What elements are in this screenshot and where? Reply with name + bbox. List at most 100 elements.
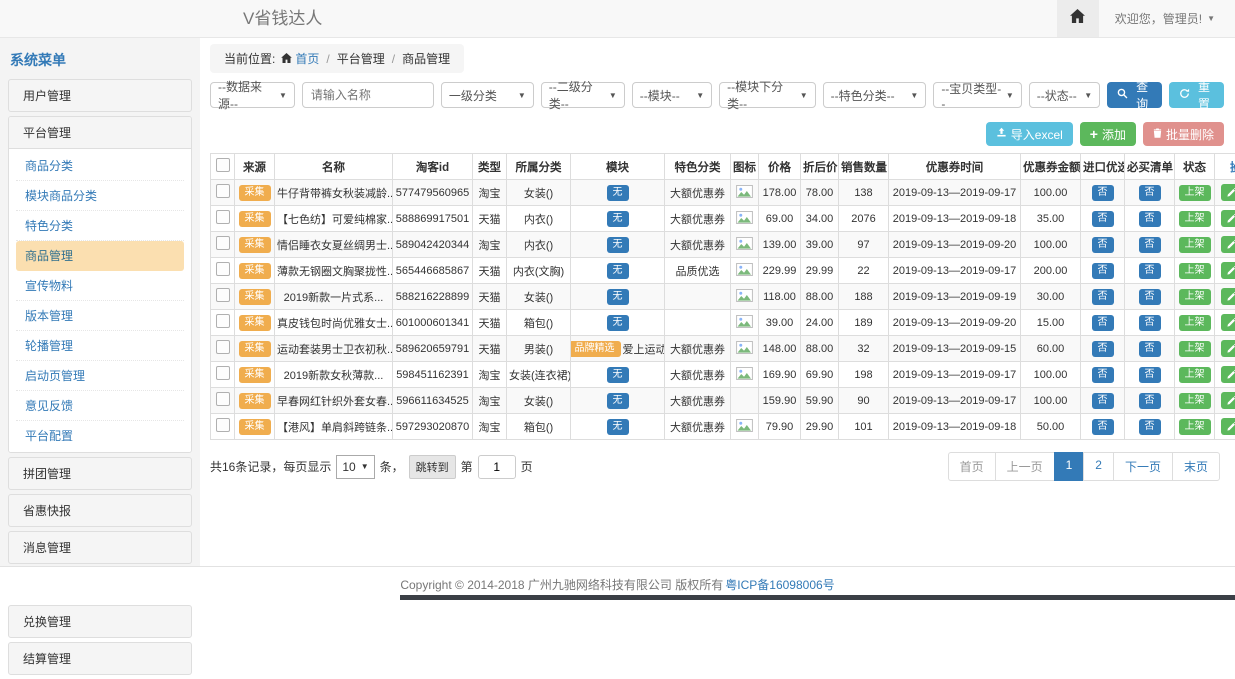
edit-button[interactable]: [1221, 288, 1235, 305]
import-select-toggle[interactable]: 否: [1092, 263, 1114, 279]
status-toggle[interactable]: 上架: [1179, 185, 1211, 201]
edit-button[interactable]: [1221, 314, 1235, 331]
page-button[interactable]: 2: [1083, 452, 1114, 481]
status-toggle[interactable]: 上架: [1179, 393, 1211, 409]
edit-button[interactable]: [1221, 366, 1235, 383]
module-none-badge[interactable]: 无: [607, 211, 629, 227]
sidebar-item[interactable]: 兑换管理: [8, 605, 192, 638]
select-all-checkbox[interactable]: [216, 158, 230, 172]
must-buy-toggle[interactable]: 否: [1139, 367, 1161, 383]
module-none-badge[interactable]: 无: [607, 185, 629, 201]
sidebar-item[interactable]: 平台管理: [9, 117, 191, 149]
image-icon[interactable]: [736, 319, 753, 331]
sidebar-subitem[interactable]: 版本管理: [16, 301, 184, 331]
sidebar-subitem[interactable]: 意见反馈: [16, 391, 184, 421]
batch-delete-button[interactable]: 批量删除: [1143, 122, 1224, 146]
edit-button[interactable]: [1221, 184, 1235, 201]
filter-select[interactable]: --特色分类--▼: [823, 82, 927, 108]
sidebar-subitem[interactable]: 商品分类: [16, 151, 184, 181]
row-checkbox[interactable]: [216, 314, 230, 328]
edit-button[interactable]: [1221, 262, 1235, 279]
must-buy-toggle[interactable]: 否: [1139, 237, 1161, 253]
status-toggle[interactable]: 上架: [1179, 211, 1211, 227]
row-checkbox[interactable]: [216, 210, 230, 224]
icp-link[interactable]: 粤ICP备16098006号: [725, 576, 834, 593]
image-icon[interactable]: [736, 267, 753, 279]
name-search-input[interactable]: [302, 82, 434, 108]
must-buy-toggle[interactable]: 否: [1139, 263, 1161, 279]
edit-button[interactable]: [1221, 340, 1235, 357]
user-menu[interactable]: 欢迎您，管理员! ▼: [1099, 10, 1235, 27]
add-button[interactable]: + 添加: [1080, 122, 1136, 146]
filter-select[interactable]: --状态--▼: [1029, 82, 1100, 108]
sidebar-item[interactable]: 消息管理: [8, 531, 192, 564]
filter-select[interactable]: --模块下分类--▼: [719, 82, 816, 108]
must-buy-toggle[interactable]: 否: [1139, 419, 1161, 435]
image-icon[interactable]: [736, 189, 753, 201]
sidebar-item[interactable]: 结算管理: [8, 642, 192, 675]
sidebar-subitem[interactable]: 轮播管理: [16, 331, 184, 361]
sidebar-subitem[interactable]: 启动页管理: [16, 361, 184, 391]
must-buy-toggle[interactable]: 否: [1139, 393, 1161, 409]
home-button[interactable]: [1057, 0, 1099, 37]
import-select-toggle[interactable]: 否: [1092, 341, 1114, 357]
page-button[interactable]: 下一页: [1113, 452, 1173, 481]
module-none-badge[interactable]: 无: [607, 289, 629, 305]
import-excel-button[interactable]: 导入excel: [986, 122, 1073, 146]
edit-button[interactable]: [1221, 236, 1235, 253]
edit-button[interactable]: [1221, 418, 1235, 435]
status-toggle[interactable]: 上架: [1179, 263, 1211, 279]
module-none-badge[interactable]: 无: [607, 263, 629, 279]
row-checkbox[interactable]: [216, 366, 230, 380]
sidebar-subitem[interactable]: 平台配置: [16, 421, 184, 450]
import-select-toggle[interactable]: 否: [1092, 237, 1114, 253]
search-button[interactable]: 查询: [1107, 82, 1162, 108]
edit-button[interactable]: [1221, 392, 1235, 409]
sidebar-subitem[interactable]: 特色分类: [16, 211, 184, 241]
row-checkbox[interactable]: [216, 236, 230, 250]
row-checkbox[interactable]: [216, 288, 230, 302]
jump-button[interactable]: 跳转到: [409, 455, 456, 479]
filter-select[interactable]: --二级分类--▼: [541, 82, 625, 108]
import-select-toggle[interactable]: 否: [1092, 315, 1114, 331]
sidebar-item[interactable]: 用户管理: [8, 79, 192, 112]
row-checkbox[interactable]: [216, 184, 230, 198]
image-icon[interactable]: [736, 345, 753, 357]
import-select-toggle[interactable]: 否: [1092, 367, 1114, 383]
image-icon[interactable]: [736, 293, 753, 305]
row-checkbox[interactable]: [216, 392, 230, 406]
module-none-badge[interactable]: 无: [607, 315, 629, 331]
filter-select[interactable]: --模块--▼: [632, 82, 712, 108]
page-button[interactable]: 末页: [1172, 452, 1220, 481]
status-toggle[interactable]: 上架: [1179, 237, 1211, 253]
page-number-input[interactable]: [478, 455, 516, 479]
must-buy-toggle[interactable]: 否: [1139, 289, 1161, 305]
image-icon[interactable]: [736, 241, 753, 253]
status-toggle[interactable]: 上架: [1179, 315, 1211, 331]
must-buy-toggle[interactable]: 否: [1139, 315, 1161, 331]
import-select-toggle[interactable]: 否: [1092, 289, 1114, 305]
import-select-toggle[interactable]: 否: [1092, 419, 1114, 435]
row-checkbox[interactable]: [216, 418, 230, 432]
module-none-badge[interactable]: 无: [607, 367, 629, 383]
status-toggle[interactable]: 上架: [1179, 289, 1211, 305]
filter-select[interactable]: --数据来源--▼: [210, 82, 295, 108]
import-select-toggle[interactable]: 否: [1092, 185, 1114, 201]
sidebar-subitem[interactable]: 宣传物料: [16, 271, 184, 301]
image-icon[interactable]: [736, 215, 753, 227]
filter-select[interactable]: --宝贝类型--▼: [933, 82, 1021, 108]
page-button[interactable]: 首页: [948, 452, 996, 481]
sidebar-subitem-active[interactable]: 商品管理: [16, 241, 184, 271]
edit-button[interactable]: [1221, 210, 1235, 227]
row-checkbox[interactable]: [216, 340, 230, 354]
module-none-badge[interactable]: 无: [607, 393, 629, 409]
sidebar-item[interactable]: 拼团管理: [8, 457, 192, 490]
status-toggle[interactable]: 上架: [1179, 341, 1211, 357]
reset-button[interactable]: 重置: [1169, 82, 1224, 108]
status-toggle[interactable]: 上架: [1179, 367, 1211, 383]
page-button[interactable]: 上一页: [995, 452, 1055, 481]
module-none-badge[interactable]: 无: [607, 237, 629, 253]
sidebar-item[interactable]: 省惠快报: [8, 494, 192, 527]
breadcrumb-home-link[interactable]: 首页: [295, 50, 319, 67]
import-select-toggle[interactable]: 否: [1092, 393, 1114, 409]
